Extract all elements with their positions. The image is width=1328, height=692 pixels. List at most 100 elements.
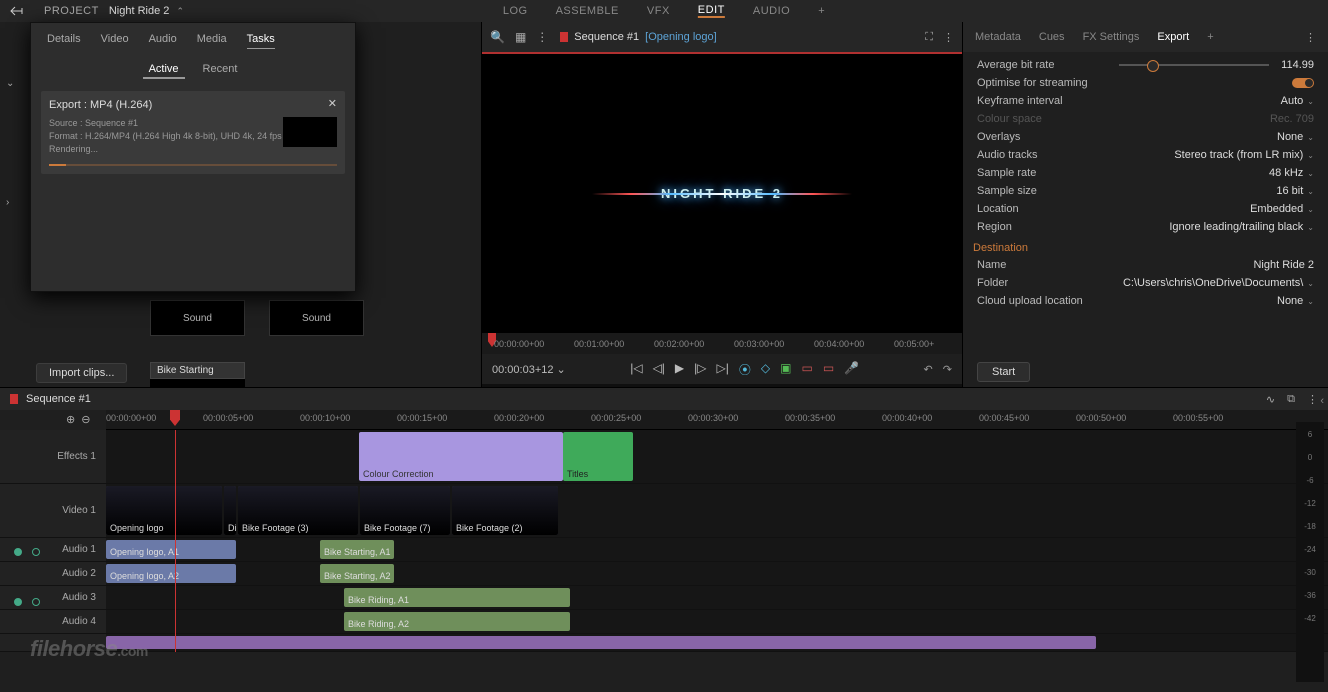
search-icon[interactable]: 🔍 [490,30,505,44]
mark-out-icon[interactable]: ▣ [780,361,791,378]
sound-clip-thumb[interactable]: Sound [269,300,364,336]
toggle-switch[interactable] [1292,78,1314,88]
subtab-recent[interactable]: Recent [197,61,244,79]
goto-start-icon[interactable]: |◁ [630,361,642,378]
range-icon[interactable]: ▭ [823,361,834,378]
track-label[interactable]: Effects 1 [0,430,106,483]
tab-fx-settings[interactable]: FX Settings [1083,31,1140,43]
play-icon[interactable]: ▶ [675,361,684,378]
timeline-clip[interactable]: Bike Starting, A2 [320,564,394,583]
collapse-icon[interactable]: ‹ [1320,395,1324,407]
track-body[interactable]: Colour CorrectionTitles [106,430,1328,483]
undo-icon[interactable]: ↶ [924,363,933,376]
fullscreen-icon[interactable]: ⛶ [925,31,933,44]
project-name-dropdown[interactable]: Night Ride 2 ⌃ [109,5,184,17]
track-body[interactable]: Bike Riding, A2 [106,610,1328,633]
timeline-clip[interactable] [106,636,1096,649]
popup-tab-video[interactable]: Video [101,33,129,49]
clip-name[interactable]: [Opening logo] [645,31,717,43]
track-enable-dot[interactable] [14,598,22,606]
add-tab-button[interactable]: + [818,5,825,17]
popup-tab-audio[interactable]: Audio [149,33,177,49]
timeline-clip[interactable]: Titles [563,432,633,481]
track-label[interactable]: Video 1 [0,484,106,537]
timeline-clip[interactable]: Opening logo, A2 [106,564,236,583]
export-row-region[interactable]: RegionIgnore leading/trailing black⌄ [963,218,1328,236]
add-tab-icon[interactable]: + [1207,31,1213,43]
timeline-ruler[interactable]: 00:00:00+0000:00:05+0000:00:10+0000:00:1… [106,410,1328,430]
export-row-location[interactable]: LocationEmbedded⌄ [963,200,1328,218]
export-row-optimise-for-streaming[interactable]: Optimise for streaming [963,74,1328,92]
grid-icon[interactable]: ▦ [515,30,526,44]
tab-log[interactable]: LOG [503,5,528,17]
waveform-icon[interactable]: ∿ [1266,393,1275,406]
close-icon[interactable]: ✕ [328,97,337,110]
track-body[interactable] [106,634,1328,651]
viewer-ruler[interactable]: 00:00:00+00 00:01:00+00 00:02:00+00 00:0… [482,332,962,354]
export-row-overlays[interactable]: OverlaysNone⌄ [963,128,1328,146]
popup-tab-tasks[interactable]: Tasks [247,33,275,49]
timecode-display[interactable]: 00:00:03+12 ⌄ [492,363,566,376]
track-body[interactable]: Bike Riding, A1 [106,586,1328,609]
start-export-button[interactable]: Start [977,362,1030,382]
video-preview[interactable]: NIGHT RIDE 2 [482,52,962,332]
tab-export[interactable]: Export [1157,31,1189,43]
timeline-clip[interactable]: Bike Riding, A1 [344,588,570,607]
timeline-clip[interactable]: Opening logo, A1 [106,540,236,559]
track-body[interactable]: Opening logoDiBike Footage (3)Bike Foota… [106,484,1328,537]
goto-end-icon[interactable]: ▷| [717,361,729,378]
timeline-clip[interactable]: Opening logo [106,486,222,535]
chevron-right-icon[interactable]: › [6,197,20,209]
subtab-active[interactable]: Active [143,61,185,79]
more-icon[interactable]: ⋮ [536,30,548,44]
dest-row-cloud-upload-location[interactable]: Cloud upload locationNone⌄ [963,292,1328,310]
tab-audio[interactable]: AUDIO [753,5,790,17]
timeline-clip[interactable]: Bike Riding, A2 [344,612,570,631]
redo-icon[interactable]: ↷ [943,363,952,376]
track-solo-dot[interactable] [32,598,40,606]
tab-vfx[interactable]: VFX [647,5,670,17]
dest-row-name[interactable]: NameNight Ride 2 [963,256,1328,274]
timeline-clip[interactable]: Colour Correction [359,432,563,481]
track-enable-dot[interactable] [14,548,22,556]
more-icon[interactable]: ⋮ [1307,393,1318,406]
track-label[interactable]: Audio 2 [0,562,106,585]
timeline-clip[interactable]: Bike Footage (3) [238,486,358,535]
sound-clip-thumb[interactable]: Sound [150,300,245,336]
tab-edit[interactable]: EDIT [698,4,725,18]
export-row-audio-tracks[interactable]: Audio tracksStereo track (from LR mix)⌄ [963,146,1328,164]
marker-icon[interactable]: ◇ [761,361,770,378]
timeline-clip[interactable]: Di [224,486,236,535]
export-row-keyframe-interval[interactable]: Keyframe intervalAuto⌄ [963,92,1328,110]
export-task-card[interactable]: Export : MP4 (H.264) ✕ Source : Sequence… [41,91,345,174]
chevron-down-icon[interactable]: ⌄ [6,78,20,90]
timeline-clip[interactable]: Bike Footage (2) [452,486,558,535]
tab-metadata[interactable]: Metadata [975,31,1021,43]
track-body[interactable]: Opening logo, A2 Bike Starting, A2 [106,562,1328,585]
popup-tab-details[interactable]: Details [47,33,81,49]
sequence-name[interactable]: Sequence #1 [574,31,639,43]
next-frame-icon[interactable]: |▷ [694,361,706,378]
more-icon[interactable]: ⋮ [943,31,954,44]
mark-in-icon[interactable]: ⦿ [739,361,751,378]
tab-cues[interactable]: Cues [1039,31,1065,43]
prev-frame-icon[interactable]: ◁| [653,361,665,378]
export-row-average-bit-rate[interactable]: Average bit rate114.99 [963,56,1328,74]
tab-assemble[interactable]: ASSEMBLE [556,5,619,17]
track-solo-dot[interactable] [32,548,40,556]
snap-icon[interactable]: ⧉ [1287,393,1295,406]
zoom-out-icon[interactable]: ⊖ [81,413,90,426]
range-icon[interactable]: ▭ [801,361,812,378]
dest-row-folder[interactable]: FolderC:\Users\chris\OneDrive\Documents\… [963,274,1328,292]
more-icon[interactable]: ⋮ [1305,31,1316,44]
export-row-sample-size[interactable]: Sample size16 bit⌄ [963,182,1328,200]
timeline-clip[interactable]: Bike Starting, A1 [320,540,394,559]
track-label[interactable]: Audio 4 [0,610,106,633]
playhead-icon[interactable] [170,410,180,426]
import-clips-button[interactable]: Import clips... [36,363,127,383]
mic-icon[interactable]: 🎤 [844,361,859,378]
track-body[interactable]: Opening logo, A1 Bike Starting, A1 [106,538,1328,561]
back-button[interactable] [0,0,36,22]
timeline-sequence-name[interactable]: Sequence #1 [26,393,91,405]
timeline-clip[interactable]: Bike Footage (7) [360,486,450,535]
